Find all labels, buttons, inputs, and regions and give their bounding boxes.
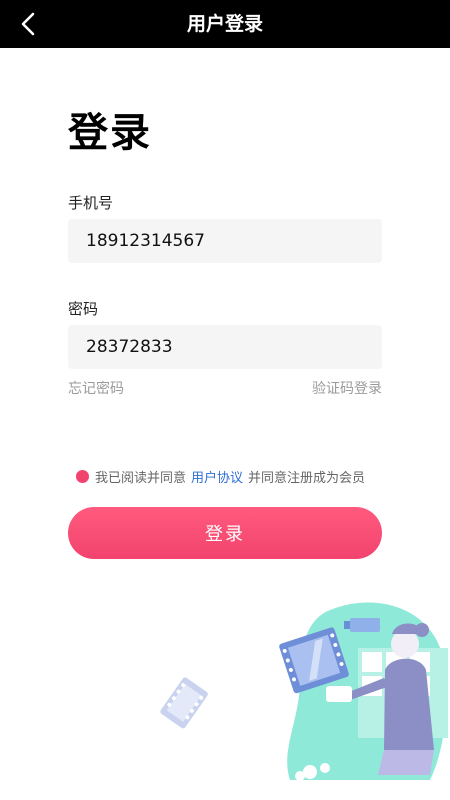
agreement-checkbox[interactable] [76,469,89,483]
agreement-prefix: 我已阅读并同意 [95,470,187,486]
user-agreement-link[interactable]: 用户协议 [191,467,243,486]
login-button[interactable]: 登录 [68,507,382,559]
forgot-password-link[interactable]: 忘记密码 [68,378,124,398]
code-login-link[interactable]: 验证码登录 [312,378,382,398]
login-illustration [160,602,448,781]
password-field-box [68,325,382,369]
phone-field-box [68,219,382,263]
phone-label: 手机号 [68,194,114,212]
top-bar: 用户登录 [0,0,450,48]
password-input[interactable] [68,325,382,369]
agreement-row: 我已阅读并同意 用户协议 并同意注册成为会员 [76,466,365,486]
phone-input[interactable] [68,219,382,263]
password-label: 密码 [68,300,99,318]
page-header-title: 用户登录 [186,13,263,35]
film-strip-icon-small [160,677,208,729]
page-title: 登录 [68,110,152,156]
agreement-suffix: 并同意注册成为会员 [248,470,366,486]
